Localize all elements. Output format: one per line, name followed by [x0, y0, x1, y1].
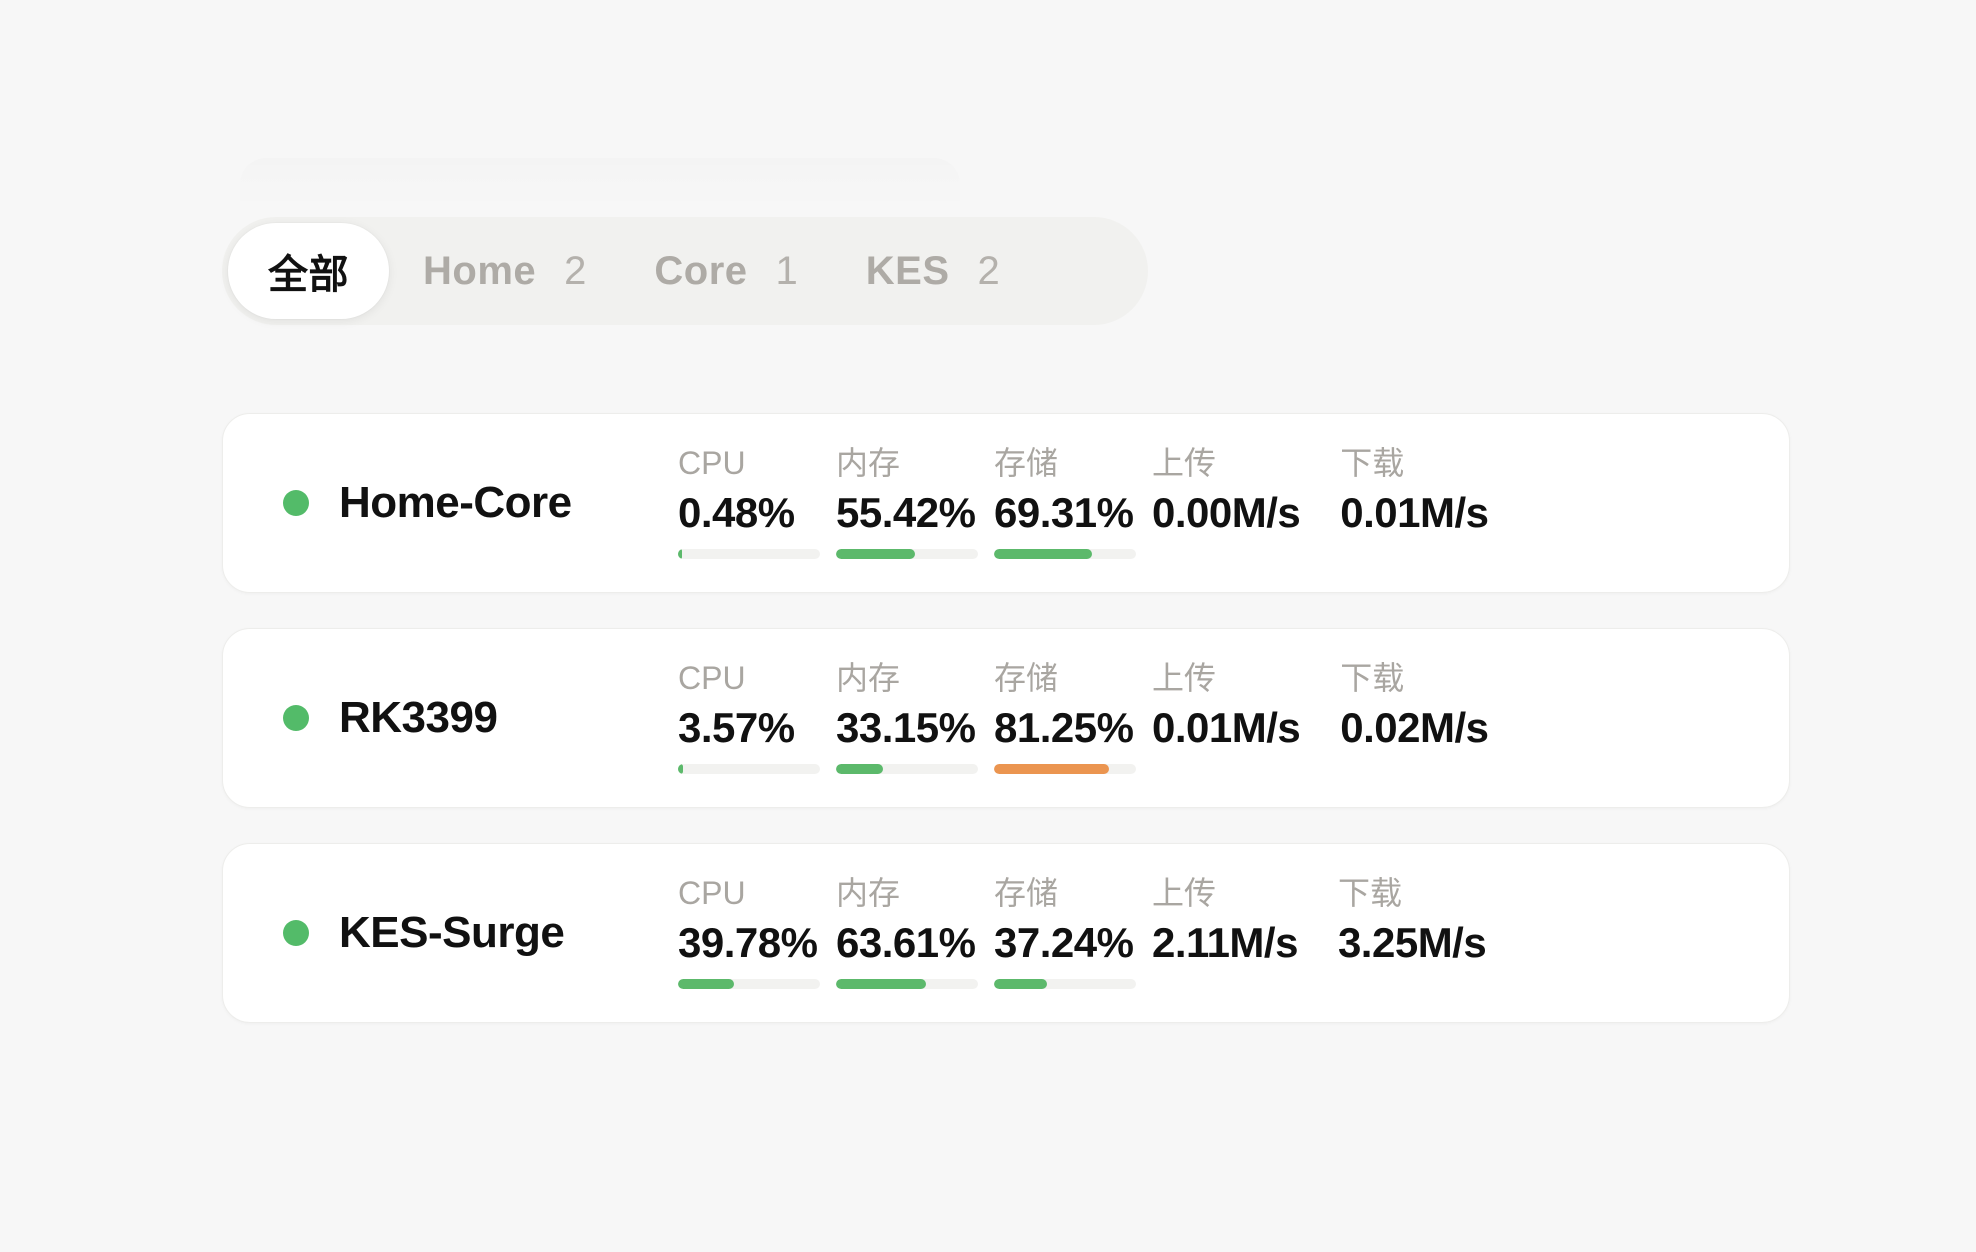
status-dot-icon: [283, 920, 309, 946]
metric-value: 63.61%: [836, 919, 976, 967]
metric-cpu: CPU 0.48%: [678, 445, 836, 559]
metric-value: 0.02M/s: [1340, 704, 1489, 752]
metric-progress-fill: [678, 978, 735, 989]
host-identity: RK3399: [223, 693, 678, 743]
metric-upload: 上传 0.00M/s: [1152, 445, 1301, 537]
metric-progress-track: [994, 763, 1136, 774]
metric-storage: 存储 69.31%: [994, 445, 1152, 559]
metric-label: CPU: [678, 445, 746, 482]
metric-label: 下载: [1337, 875, 1402, 912]
metric-label: 下载: [1340, 660, 1405, 697]
metric-progress-track: [836, 548, 978, 559]
metric-value: 55.42%: [836, 489, 976, 537]
tab-count-badge: 2: [564, 248, 587, 293]
metric-progress-fill: [836, 978, 927, 989]
metric-label: 上传: [1152, 660, 1217, 697]
host-identity: KES-Surge: [223, 908, 678, 958]
metric-label: 存储: [994, 445, 1059, 482]
host-name: KES-Surge: [339, 908, 565, 957]
metric-download: 下载 0.02M/s: [1340, 660, 1489, 752]
metric-value: 3.25M/s: [1337, 919, 1487, 967]
metric-value: 0.48%: [678, 489, 795, 537]
metric-upload: 上传 2.11M/s: [1152, 877, 1298, 965]
tab-core[interactable]: Core 1: [620, 223, 831, 319]
metric-progress-fill: [836, 548, 915, 559]
metric-label: 下载: [1340, 445, 1405, 482]
tab-all[interactable]: 全部: [228, 223, 389, 319]
metric-value: 33.15%: [836, 704, 976, 752]
metric-value: 2.11M/s: [1152, 919, 1298, 967]
tab-label: KES: [865, 248, 950, 293]
metric-value: 0.01M/s: [1340, 489, 1489, 537]
metric-value: 69.31%: [994, 489, 1134, 537]
metric-progress-fill: [994, 548, 1093, 559]
metric-label: 内存: [836, 875, 901, 912]
metric-progress-track: [994, 978, 1136, 989]
host-name: Home-Core: [339, 478, 572, 527]
tab-kes[interactable]: KES 2: [832, 223, 1034, 319]
metric-label: 内存: [836, 660, 901, 697]
host-card[interactable]: RK3399 CPU 3.57% 内存 33.15% 存储 81.25% 上传 0.01M/s 下…: [222, 628, 1790, 808]
metric-upload: 上传 0.01M/s: [1152, 660, 1301, 752]
host-metrics: CPU 39.78% 内存 63.61% 存储 37.24% 上传 2.11M/s 下载 3.25…: [678, 875, 1789, 989]
metric-label: 存储: [994, 875, 1059, 912]
metric-memory: 内存 33.15%: [836, 660, 994, 774]
metric-value: 37.24%: [994, 919, 1134, 967]
host-name: RK3399: [339, 693, 498, 742]
host-card[interactable]: Home-Core CPU 0.48% 内存 55.42% 存储 69.31% 上传 0.00M…: [222, 413, 1790, 593]
metric-memory: 内存 55.42%: [836, 445, 994, 559]
host-metrics: CPU 0.48% 内存 55.42% 存储 69.31% 上传 0.00M/s 下载 0.01M…: [678, 445, 1789, 559]
metric-label: 内存: [836, 445, 901, 482]
host-monitor-page: 全部 Home 2 Core 1 KES 2 Home-Core CPU 0.48% 内存 55.4…: [0, 0, 1976, 1252]
metric-label: 上传: [1152, 445, 1217, 482]
metric-progress-fill: [678, 763, 684, 774]
metric-label: CPU: [678, 875, 746, 912]
metric-cpu: CPU 39.78%: [678, 875, 836, 989]
status-dot-icon: [283, 705, 309, 731]
metric-progress-fill: [678, 548, 682, 559]
filter-tabbar: 全部 Home 2 Core 1 KES 2: [222, 217, 1148, 325]
metric-progress-track: [836, 763, 978, 774]
metric-storage: 存储 37.24%: [994, 875, 1152, 989]
metric-memory: 内存 63.61%: [836, 875, 994, 989]
tab-count-badge: 1: [775, 248, 798, 293]
metric-label: 上传: [1152, 875, 1217, 912]
metric-download: 下载 3.25M/s: [1337, 875, 1487, 967]
metric-storage: 存储 81.25%: [994, 660, 1152, 774]
tab-label: Core: [654, 248, 748, 293]
metric-value: 39.78%: [678, 919, 818, 967]
tab-home[interactable]: Home 2: [389, 223, 620, 319]
metric-value: 0.00M/s: [1152, 489, 1301, 537]
metric-label: CPU: [678, 660, 746, 697]
status-dot-icon: [283, 490, 309, 516]
metric-progress-fill: [836, 763, 884, 774]
metric-progress-track: [678, 763, 820, 774]
metric-progress-track: [678, 978, 820, 989]
metric-value: 81.25%: [994, 704, 1134, 752]
metric-progress-fill: [994, 978, 1047, 989]
tab-label: 全部: [268, 253, 349, 297]
metric-download: 下载 0.01M/s: [1340, 445, 1489, 537]
metric-value: 3.57%: [678, 704, 795, 752]
metric-progress-track: [994, 548, 1136, 559]
host-card-list: Home-Core CPU 0.48% 内存 55.42% 存储 69.31% 上传 0.00M…: [222, 413, 1790, 1058]
metric-progress-track: [836, 978, 978, 989]
tab-count-badge: 2: [977, 248, 1000, 293]
metric-cpu: CPU 3.57%: [678, 660, 836, 774]
tab-label: Home: [423, 248, 537, 293]
metric-progress-fill: [994, 763, 1110, 774]
metric-value: 0.01M/s: [1152, 704, 1301, 752]
host-card[interactable]: KES-Surge CPU 39.78% 内存 63.61% 存储 37.24% 上传 2.11…: [222, 843, 1790, 1023]
top-gradient-haze: [240, 158, 960, 210]
metric-progress-track: [678, 548, 820, 559]
metric-label: 存储: [994, 660, 1059, 697]
host-metrics: CPU 3.57% 内存 33.15% 存储 81.25% 上传 0.01M/s 下载 0.02M…: [678, 660, 1789, 774]
host-identity: Home-Core: [223, 478, 678, 528]
